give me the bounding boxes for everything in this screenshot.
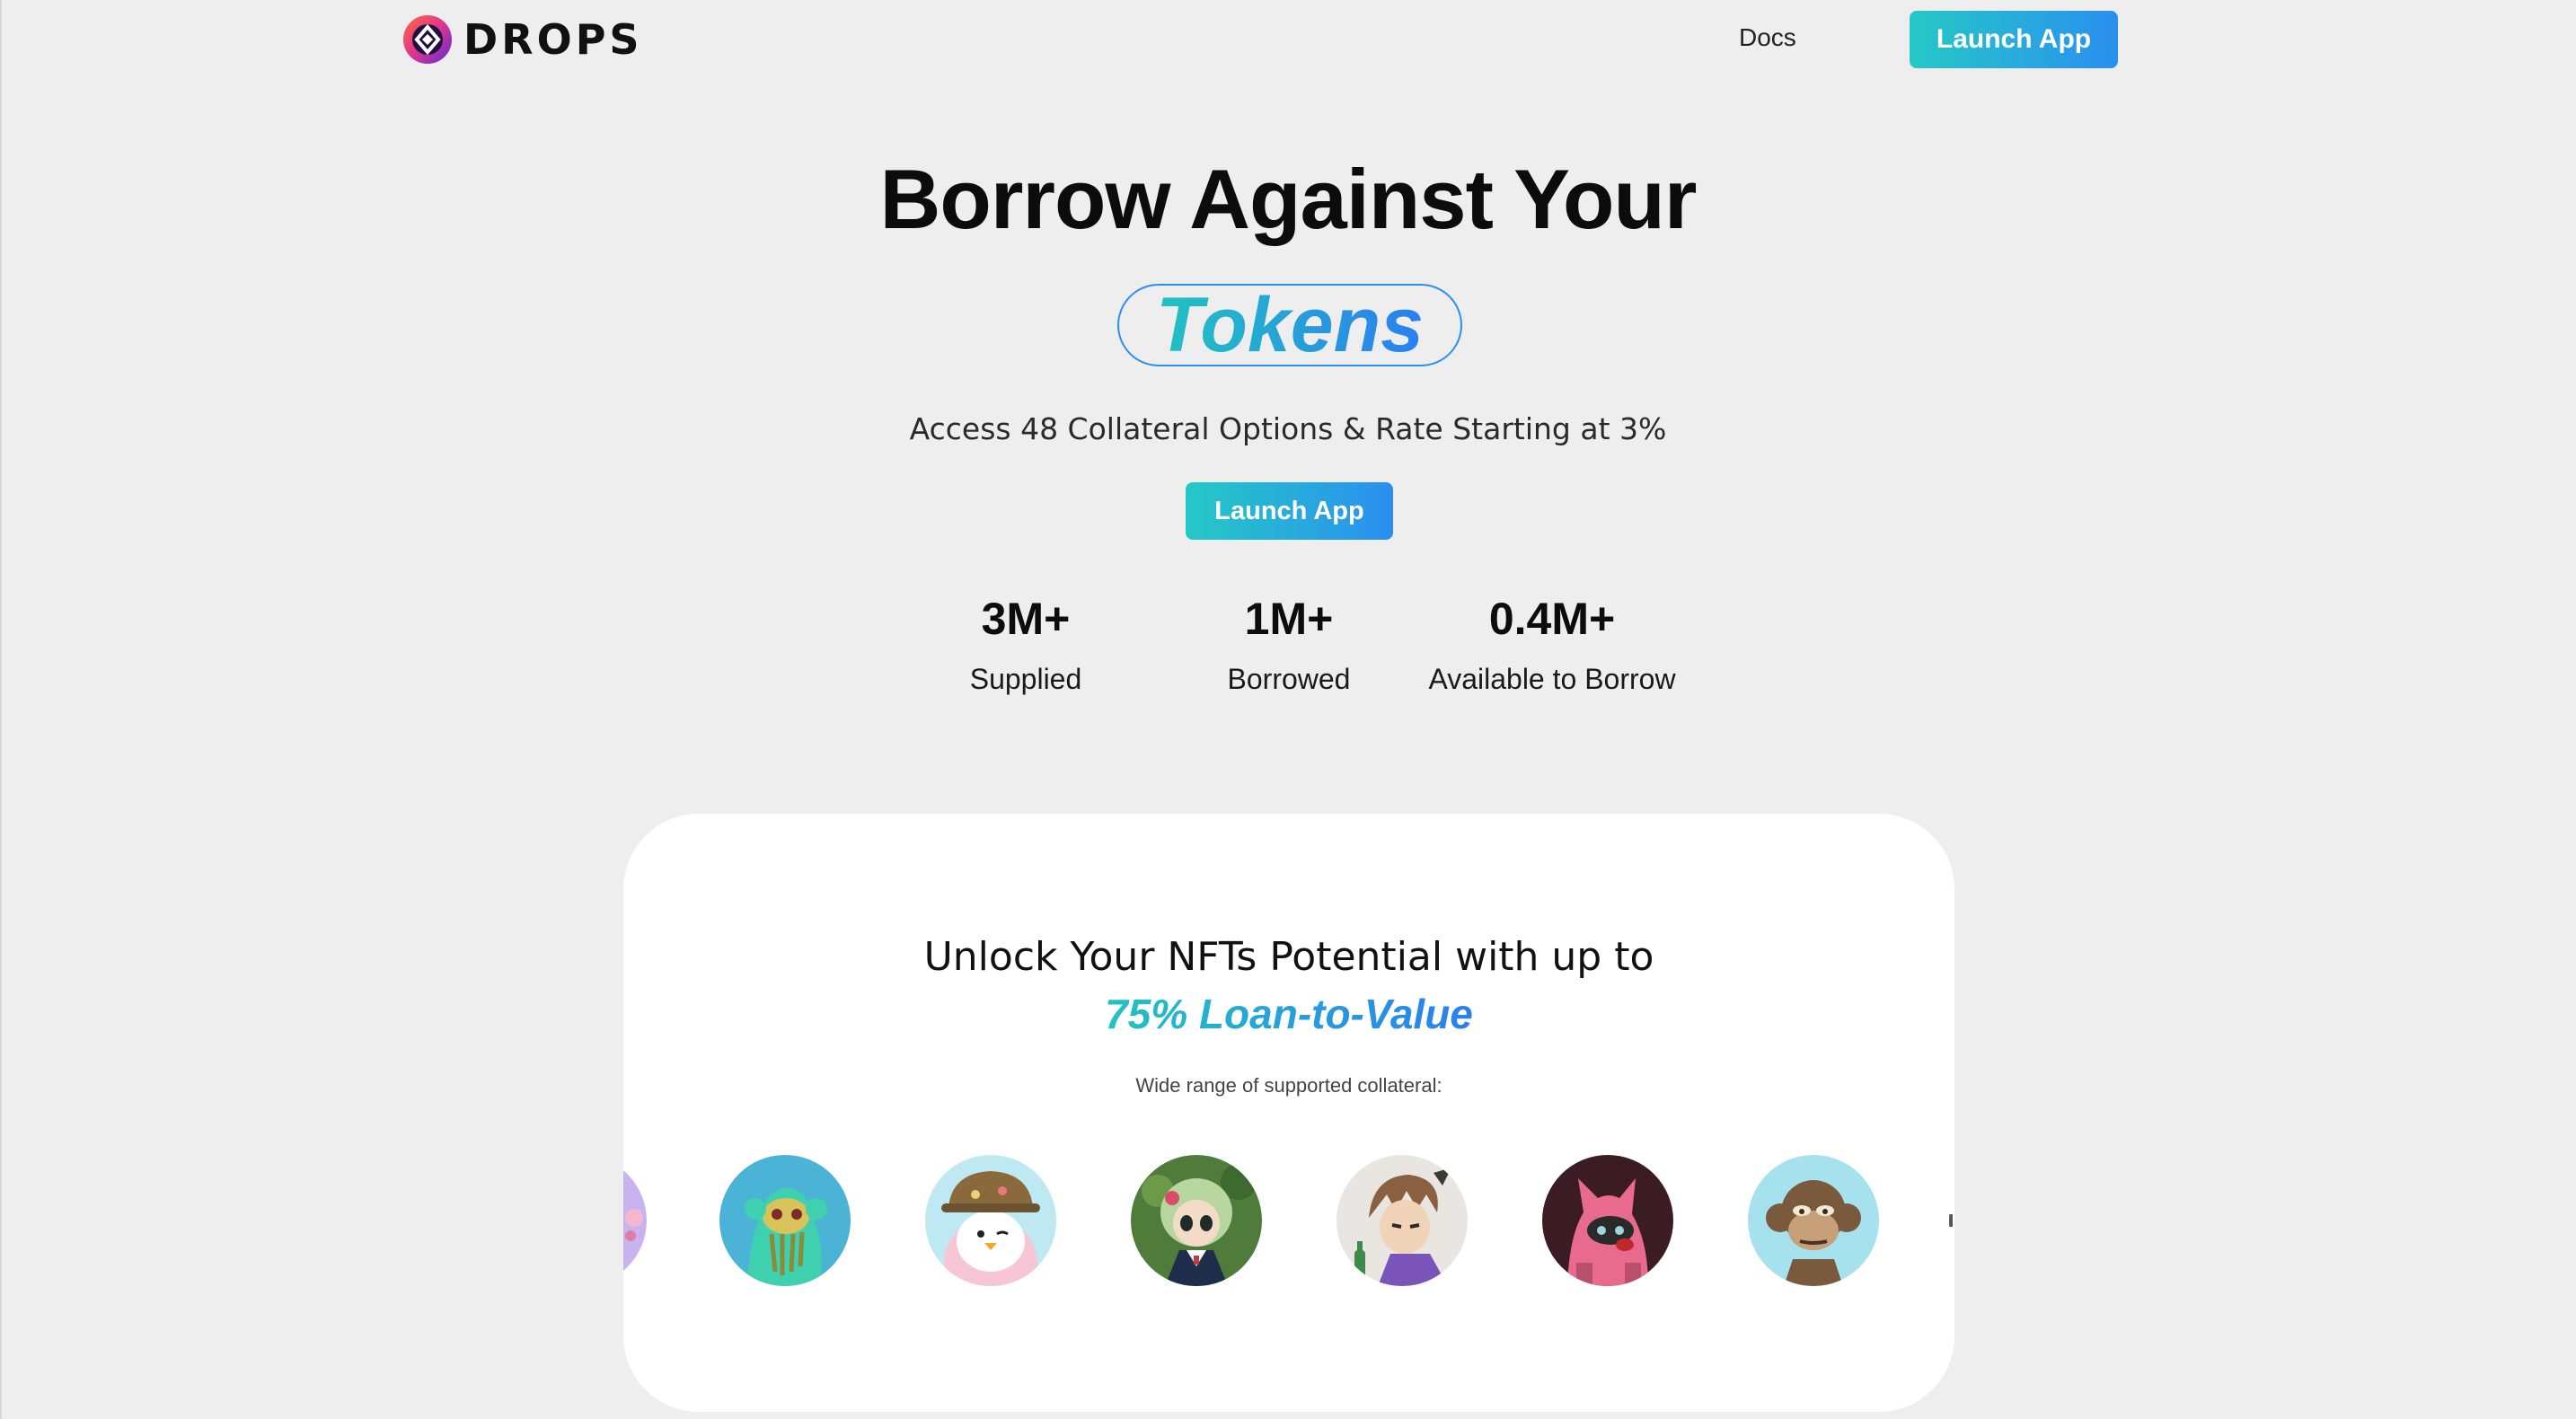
stat-value: 0.4M+ [1488,594,1616,644]
stat-label: Available to Borrow [1428,663,1676,695]
stat-label: Borrowed [1227,663,1351,695]
nft-avatar-partial-right[interactable] [1949,1155,1954,1286]
brand-logo[interactable]: DROPS [402,13,643,66]
nft-avatar[interactable] [1131,1155,1262,1286]
bored-ape-nft-icon [1748,1155,1879,1286]
nft-avatar[interactable] [719,1155,851,1286]
stat-value: 1M+ [1244,594,1334,644]
azuki-boy-nft-icon [1337,1155,1468,1286]
hero-launch-app-button[interactable]: Launch App [1186,482,1393,540]
hero-title: Borrow Against Your [879,152,1698,246]
hero-highlight-pill: Tokens [1117,282,1462,368]
nft-partial-right-icon [1949,1155,1954,1286]
ltv-text: 75% Loan-to-Value [1105,991,1473,1037]
nft-avatar[interactable] [925,1155,1056,1286]
stat-supplied: 3M+ Supplied [900,593,1151,697]
azuki-girl-nft-icon [1131,1155,1262,1286]
collateral-title: Unlock Your NFTs Potential with up to [923,934,1654,980]
stat-borrowed: 1M+ Borrowed [1163,593,1415,697]
stat-label: Supplied [969,663,1082,695]
nav-docs-link[interactable]: Docs [1739,23,1796,52]
hero-subtitle: Access 48 Collateral Options & Rate Star… [909,411,1667,446]
stat-value: 3M+ [981,594,1071,644]
mutant-ape-nft-icon [719,1155,851,1286]
pink-wolf-nft-icon [1542,1155,1673,1286]
nft-avatar[interactable] [1337,1155,1468,1286]
stat-available: 0.4M+ Available to Borrow [1426,593,1678,697]
nft-avatar-partial[interactable] [623,1155,647,1286]
drops-logo-icon [403,15,452,64]
nft-avatar[interactable] [1748,1155,1879,1286]
nft-partial-left-icon [623,1155,647,1286]
brand-name: DROPS [463,15,643,64]
collateral-caption: Wide range of supported collateral: [1135,1074,1442,1097]
header-launch-app-button[interactable]: Launch App [1910,11,2118,68]
nft-avatar[interactable] [1542,1155,1673,1286]
collateral-card: Unlock Your NFTs Potential with up to 75… [623,814,1954,1412]
collateral-ltv-highlight: 75% Loan-to-Value [623,990,1954,1038]
hero-highlight-text: Tokens [1156,281,1424,368]
pudgy-penguin-nft-icon [925,1155,1056,1286]
